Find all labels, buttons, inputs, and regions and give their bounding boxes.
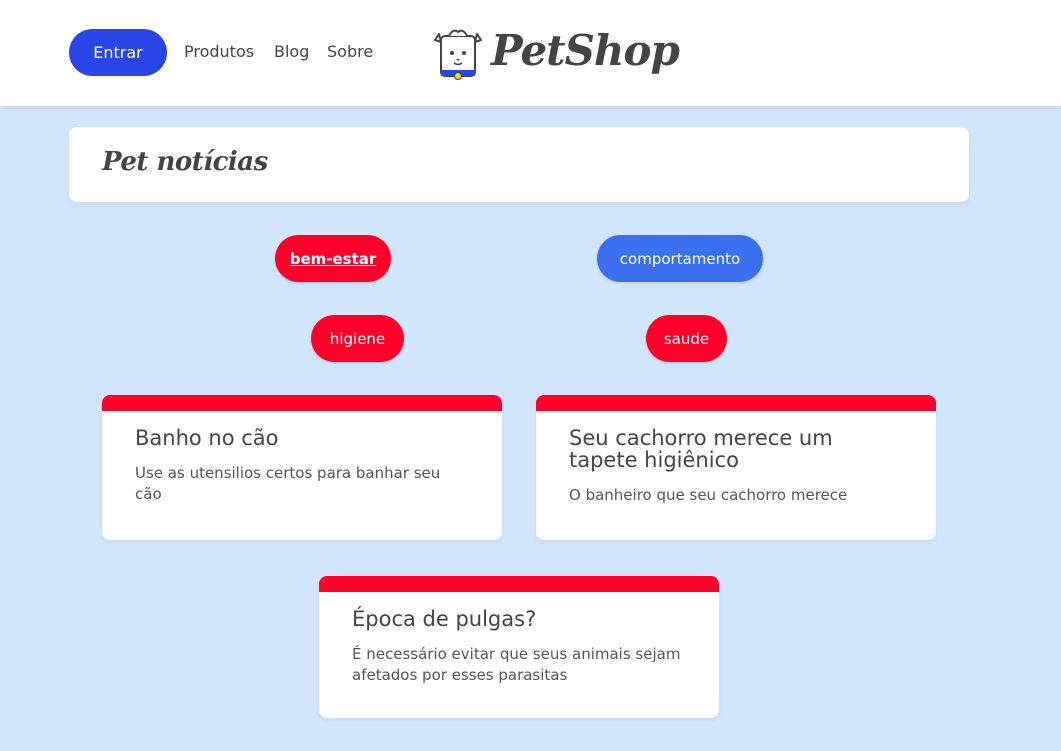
post-summary: Use as utensilios certos para banhar seu…: [135, 464, 441, 503]
post-title[interactable]: Seu cachorro merece um tapete higiênico: [569, 427, 904, 471]
tag-bem-estar[interactable]: bem-estar: [275, 235, 391, 282]
card-accent-bar: [319, 576, 719, 592]
page-title: Pet notícias: [102, 147, 268, 177]
post-card[interactable]: Época de pulgas? É necessário evitar que…: [319, 576, 719, 718]
tag-label: higiene: [329, 329, 386, 348]
nav-link-produtos[interactable]: Produtos: [184, 42, 254, 61]
post-card[interactable]: Banho no cão Use as utensilios certos pa…: [102, 395, 502, 540]
site-header: Entrar Produtos Blog Sobre PetShop: [0, 0, 1061, 106]
post-summary: É necessário evitar que seus animais sej…: [352, 645, 681, 684]
post-summary: O banheiro que seu cachorro merece: [569, 486, 848, 504]
tag-label: comportamento: [619, 249, 741, 268]
tag-comportamento[interactable]: comportamento: [597, 235, 763, 282]
post-title[interactable]: Banho no cão: [135, 427, 470, 449]
nav-link-blog[interactable]: Blog: [274, 42, 309, 61]
post-title[interactable]: Época de pulgas?: [352, 608, 687, 630]
post-card[interactable]: Seu cachorro merece um tapete higiênico …: [536, 395, 936, 540]
dog-logo-icon[interactable]: [433, 26, 483, 81]
card-accent-bar: [102, 395, 502, 411]
tag-label: bem-estar: [289, 249, 377, 268]
tag-label: saude: [663, 329, 710, 348]
login-button[interactable]: Entrar: [69, 29, 167, 76]
page-title-card: Pet notícias: [69, 127, 969, 202]
logo-text[interactable]: PetShop: [491, 26, 680, 75]
card-accent-bar: [536, 395, 936, 411]
tag-higiene[interactable]: higiene: [311, 315, 404, 362]
tag-saude[interactable]: saude: [646, 315, 727, 362]
nav-link-sobre[interactable]: Sobre: [327, 42, 373, 61]
